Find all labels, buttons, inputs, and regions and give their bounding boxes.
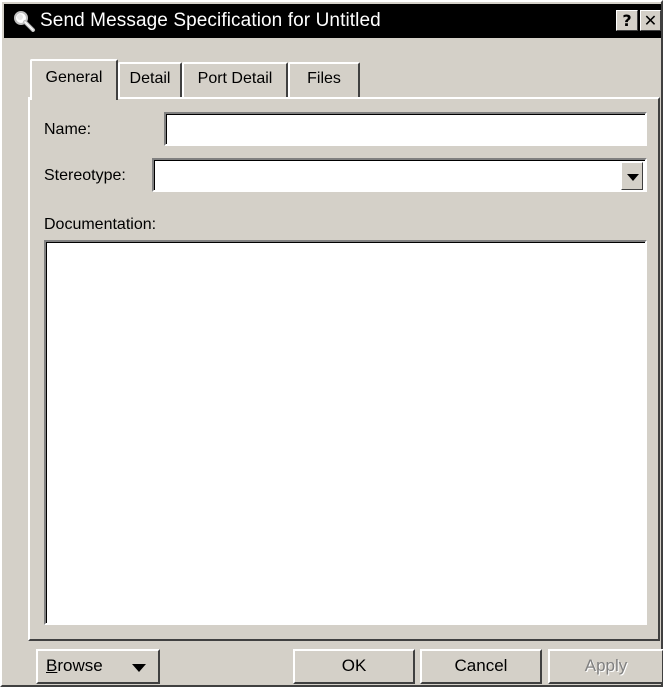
triangle-down-icon	[132, 664, 146, 672]
help-button[interactable]: ?	[616, 10, 638, 31]
tab-general-label: General	[45, 69, 103, 86]
name-label: Name:	[44, 121, 92, 138]
ok-label: OK	[341, 656, 367, 675]
ok-button[interactable]: OK	[293, 649, 415, 684]
apply-button[interactable]: Apply	[548, 649, 663, 684]
magnifier-icon	[14, 11, 35, 32]
tab-general[interactable]: General	[30, 59, 118, 100]
chevron-down-icon	[627, 174, 639, 181]
cancel-label: Cancel	[454, 656, 508, 675]
specification-dialog: Send Message Specification for Untitled …	[0, 0, 663, 687]
browse-button[interactable]: Browse	[36, 649, 160, 684]
tab-port-detail[interactable]: Port Detail	[182, 62, 288, 98]
stereotype-combobox[interactable]	[152, 158, 647, 192]
close-button[interactable]: ✕	[640, 10, 661, 31]
tab-detail-label: Detail	[129, 70, 171, 87]
cancel-button[interactable]: Cancel	[420, 649, 542, 684]
close-icon: ✕	[643, 11, 658, 30]
tab-files-label: Files	[307, 70, 341, 87]
window-title: Send Message Specification for Untitled	[40, 10, 381, 31]
apply-label: Apply	[584, 656, 628, 675]
tab-files[interactable]: Files	[288, 62, 360, 98]
stereotype-dropdown-button[interactable]	[621, 162, 643, 190]
tab-detail[interactable]: Detail	[118, 62, 182, 98]
name-field[interactable]	[164, 112, 647, 146]
tab-port-detail-label: Port Detail	[197, 70, 273, 87]
documentation-field[interactable]	[44, 240, 647, 625]
browse-label: Browse	[46, 656, 103, 675]
documentation-label: Documentation:	[44, 216, 157, 233]
stereotype-label: Stereotype:	[44, 167, 126, 184]
title-bar[interactable]: Send Message Specification for Untitled …	[4, 4, 661, 38]
